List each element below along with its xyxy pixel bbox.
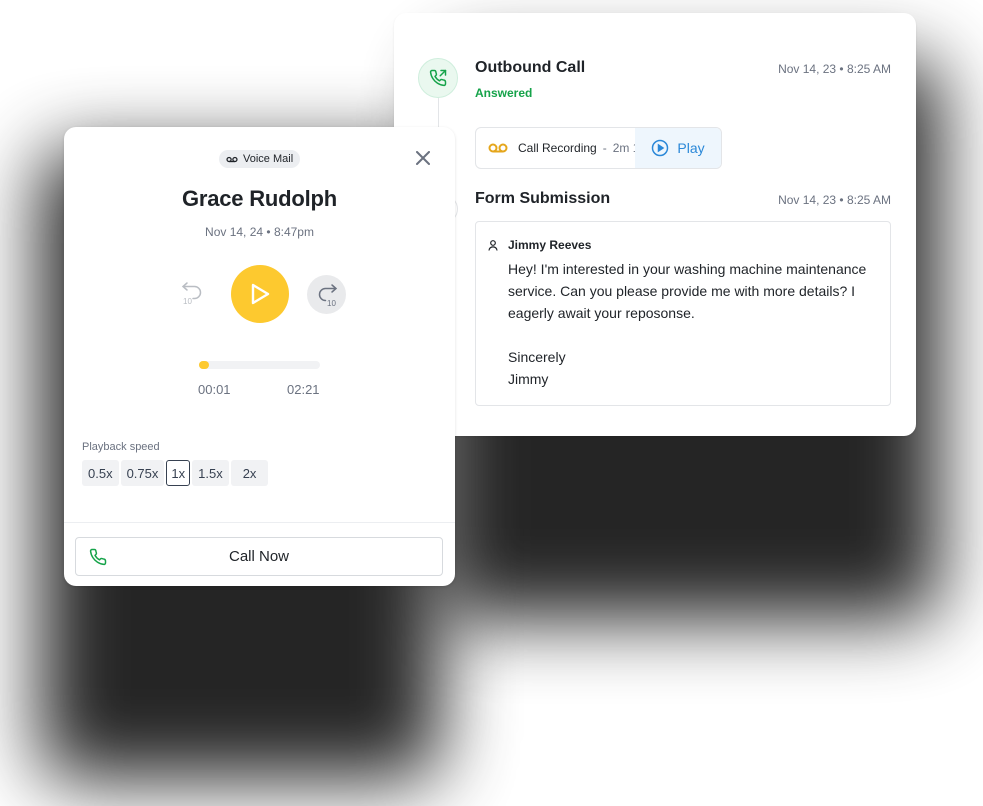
speed-option[interactable]: 1x [166,460,191,486]
total-time: 02:21 [287,382,320,397]
call-recording-label: Call Recording [518,141,597,155]
speed-option[interactable]: 1.5x [192,460,229,486]
form-signoff: Sincerely [508,349,566,365]
voicemail-badge-label: Voice Mail [243,153,294,165]
divider [64,522,455,523]
phone-outgoing-icon [429,69,447,87]
rewind-seconds: 10 [183,297,192,306]
voicemail-date: Nov 14, 24 • 8:47pm [205,225,314,239]
forward-seconds: 10 [327,299,336,308]
form-submission-date: Nov 14, 23 • 8:25 AM [778,193,891,207]
playback-progress-fill [199,361,209,369]
call-recording-chip: Call Recording - 2m 1 Play [475,127,722,169]
activity-card: Outbound Call Nov 14, 23 • 8:25 AM Answe… [394,13,916,436]
voicemail-icon [226,156,238,162]
outbound-call-node [418,58,458,98]
form-author: Jimmy Reeves [488,238,591,252]
outbound-call-title: Outbound Call [475,59,586,76]
play-recording-button[interactable]: Play [635,128,721,168]
close-icon [416,151,430,165]
outbound-call-date: Nov 14, 23 • 8:25 AM [778,62,891,76]
forward-10-icon: 10 [318,283,337,308]
user-icon [488,239,498,251]
voicemail-icon [488,143,508,153]
play-label: Play [677,140,705,156]
form-signature: Jimmy [508,371,549,387]
form-submission-title: Form Submission [475,190,611,207]
phone-icon [89,548,107,566]
speed-option[interactable]: 0.75x [120,460,165,486]
speed-option[interactable]: 2x [230,460,269,486]
call-now-button[interactable]: Call Now [75,537,443,576]
playback-progress[interactable] [199,361,320,369]
playback-speed-label: Playback speed [82,441,160,453]
voicemail-badge: Voice Mail [219,150,301,168]
call-status-badge: Answered [475,86,533,100]
form-submission-box: Jimmy Reeves Hey! I'm interested in your… [475,221,891,406]
voicemail-card: Voice Mail Grace Rudolph Nov 14, 24 • 8:… [64,127,455,586]
forward-button[interactable]: 10 [307,275,346,314]
caller-name: Grace Rudolph [181,186,338,211]
play-circle-icon [652,139,669,157]
speed-option[interactable]: 0.5x [82,460,119,486]
recording-separator: - [602,141,607,155]
play-icon [251,283,270,305]
call-now-label: Call Now [228,548,289,565]
current-time: 00:01 [198,382,231,397]
form-message-text: Hey! I'm interested in your washing mach… [508,261,867,321]
form-message: Hey! I'm interested in your washing mach… [508,258,878,390]
play-voicemail-button[interactable] [231,265,289,323]
rewind-button[interactable]: 10 [177,276,209,308]
playback-speed-options: 0.5x 0.75x 1x 1.5x 2x [82,460,269,486]
rewind-10-icon: 10 [181,282,202,306]
close-button[interactable] [414,149,432,167]
form-author-name: Jimmy Reeves [508,238,592,252]
